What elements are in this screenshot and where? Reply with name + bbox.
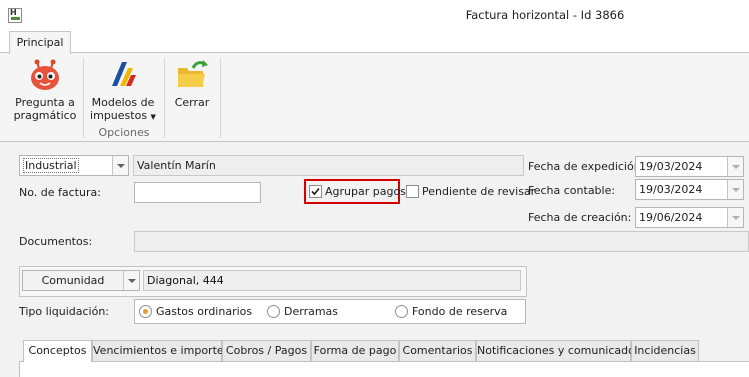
fecha-expedicion-field[interactable]: 19/03/2024 — [635, 156, 744, 177]
radio-fondo-reserva-dot[interactable] — [395, 305, 408, 318]
window-title: Factura horizontal - Id 3866 — [465, 8, 625, 22]
pregunta-pragmatico-button[interactable]: Pregunta a pragmático — [9, 56, 81, 126]
cerrar-label: Cerrar — [174, 96, 210, 109]
tab-cobros-pagos[interactable]: Cobros / Pagos — [222, 340, 311, 362]
ribbon-separator — [164, 58, 165, 138]
dropdown-arrow-icon: ▼ — [150, 113, 156, 121]
comunidad-dropdown-button[interactable] — [123, 271, 139, 290]
modelos-label-1: Modelos de — [91, 96, 155, 109]
tax-agency-icon — [112, 62, 136, 86]
fecha-expedicion-label: Fecha de expedición: — [528, 160, 645, 173]
radio-gastos-ordinarios-label: Gastos ordinarios — [156, 305, 253, 318]
radio-gastos-ordinarios[interactable]: Gastos ordinarios — [138, 304, 263, 320]
radio-derramas-dot[interactable] — [267, 305, 280, 318]
checkmark-icon — [311, 187, 320, 196]
modelos-label-2-wrap: impuestos ▼ — [86, 109, 160, 124]
cerrar-button[interactable]: Cerrar — [168, 56, 216, 112]
fecha-creacion-label: Fecha de creación: — [528, 211, 632, 224]
radio-fondo-reserva-label: Fondo de reserva — [412, 305, 508, 318]
robot-icon — [31, 59, 59, 90]
fecha-contable-value: 19/03/2024 — [639, 183, 703, 196]
radio-derramas-label: Derramas — [284, 305, 339, 318]
tab-forma-de-pago[interactable]: Forma de pago — [311, 340, 399, 362]
modelos-impuestos-button[interactable]: Modelos de impuestos ▼ — [86, 56, 160, 126]
tab-incidencias[interactable]: Incidencias — [631, 340, 699, 362]
tab-content-area — [19, 361, 749, 377]
fecha-expedicion-dropdown[interactable] — [727, 157, 743, 176]
no-factura-input[interactable] — [134, 182, 261, 203]
modelos-label-2: impuestos — [90, 109, 148, 122]
tab-notificaciones-comunicados[interactable]: Notificaciones y comunicados — [476, 340, 641, 362]
fecha-creacion-dropdown[interactable] — [727, 208, 743, 227]
comunidad-select-value: Comunidad — [41, 274, 105, 287]
tipo-select[interactable]: Industrial — [19, 155, 129, 176]
fecha-contable-dropdown[interactable] — [727, 180, 743, 199]
fecha-contable-field[interactable]: 19/03/2024 — [635, 179, 744, 200]
documentos-label: Documentos: — [19, 235, 93, 248]
comunidad-select[interactable]: Comunidad — [22, 270, 140, 291]
pendiente-revisar-checkbox[interactable]: Pendiente de revisar — [404, 183, 535, 200]
tab-comentarios[interactable]: Comentarios — [399, 340, 476, 362]
ribbon-tab-strip — [0, 30, 749, 53]
documentos-field[interactable] — [134, 231, 749, 252]
ribbon-separator — [220, 58, 221, 138]
pendiente-revisar-box[interactable] — [406, 185, 419, 198]
tab-conceptos[interactable]: Conceptos — [23, 340, 92, 362]
comunidad-value-field: Diagonal, 444 — [143, 270, 521, 291]
no-factura-label: No. de factura: — [19, 186, 101, 199]
tab-vencimientos-importes[interactable]: Vencimientos e importes — [92, 340, 229, 362]
app-icon[interactable]: H — [8, 8, 22, 23]
pregunta-label-1: Pregunta a — [15, 96, 75, 109]
radio-gastos-ordinarios-dot[interactable] — [139, 305, 152, 318]
ribbon-group-label: Opciones — [98, 126, 150, 139]
folder-exit-icon — [178, 60, 208, 87]
agrupar-pagos-label: Agrupar pagos — [325, 185, 406, 198]
tipo-dropdown-button[interactable] — [112, 156, 128, 175]
radio-derramas[interactable]: Derramas — [266, 304, 366, 320]
radio-fondo-reserva[interactable]: Fondo de reserva — [394, 304, 522, 320]
pendiente-revisar-label: Pendiente de revisar — [422, 185, 536, 198]
ribbon-tab-principal[interactable]: Principal — [9, 31, 71, 54]
agrupar-pagos-box[interactable] — [309, 185, 322, 198]
agrupar-pagos-checkbox[interactable]: Agrupar pagos — [307, 183, 406, 200]
fecha-contable-label: Fecha contable: — [528, 184, 616, 197]
tipo-liquidacion-label: Tipo liquidación: — [19, 305, 110, 318]
tipo-select-value: Industrial — [23, 158, 79, 173]
nombre-field: Valentín Marín — [133, 155, 524, 176]
fecha-expedicion-value: 19/03/2024 — [639, 160, 703, 173]
fecha-creacion-field[interactable]: 19/06/2024 — [635, 207, 744, 228]
fecha-creacion-value: 19/06/2024 — [639, 211, 703, 224]
pregunta-label-2: pragmático — [13, 109, 77, 122]
